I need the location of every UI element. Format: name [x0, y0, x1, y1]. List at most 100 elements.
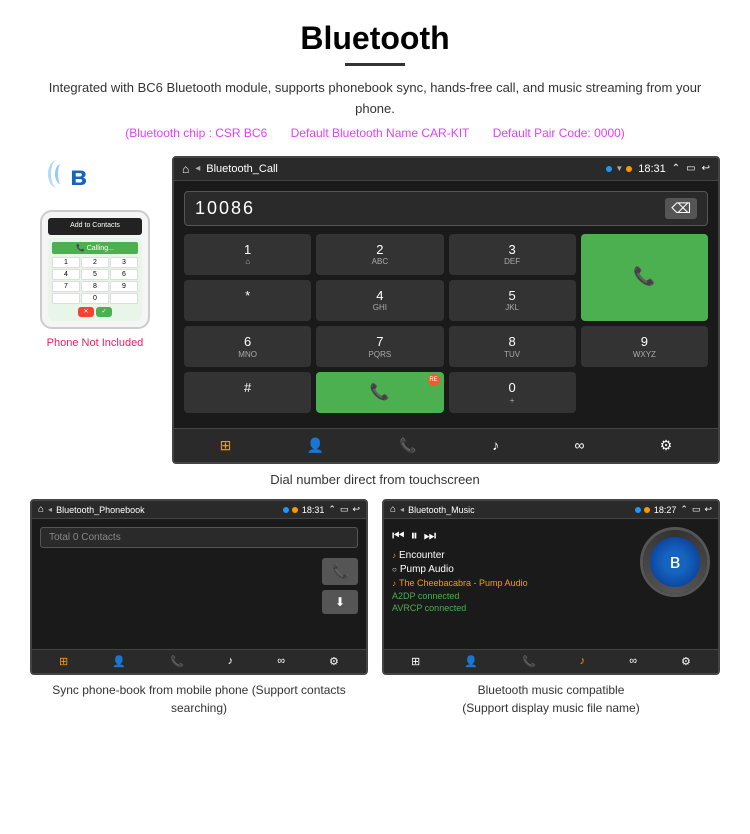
- pb-window-icon[interactable]: ▭: [340, 504, 349, 515]
- pb-call-btn[interactable]: 📞: [322, 558, 358, 585]
- music-bottom-contacts[interactable]: 👤: [464, 655, 478, 668]
- music-back-icon[interactable]: ◂: [400, 505, 404, 514]
- bluetooth-album-icon: ʙ: [650, 537, 700, 587]
- music-controls: ⏮ ⏸ ⏭: [392, 527, 632, 544]
- signal-icon: ▼: [615, 164, 623, 173]
- music-content: ⏮ ⏸ ⏭ ♪ Encounter ○ Pump Audio ♪ The C: [384, 519, 718, 649]
- key-star[interactable]: *: [184, 280, 311, 321]
- pb-wifi-dot: [283, 507, 289, 513]
- music-screen: ⌂ ◂ Bluetooth_Music 18:27 ⌃ ▭ ↩ ⏮ ⏸ ⏭: [382, 499, 720, 675]
- bottom-contacts[interactable]: 👤: [307, 437, 324, 454]
- contacts-search[interactable]: Total 0 Contacts: [40, 527, 358, 548]
- music-notes-icon: ♪: [705, 527, 710, 541]
- bluetooth-icon: ʙ: [70, 160, 87, 192]
- pb-bottom-contacts[interactable]: 👤: [112, 655, 126, 668]
- music-expand-icon[interactable]: ⌃: [680, 504, 688, 515]
- key-#[interactable]: #: [184, 372, 311, 413]
- title-divider: [345, 63, 405, 66]
- phonebook-header: ⌂ ◂ Bluetooth_Phonebook 18:31 ⌃ ▭ ↩: [32, 501, 366, 519]
- music-info: ⏮ ⏸ ⏭ ♪ Encounter ○ Pump Audio ♪ The C: [392, 527, 632, 641]
- window-icon[interactable]: ▭: [686, 163, 695, 174]
- key-3[interactable]: 3DEF: [449, 234, 576, 275]
- phone-numpad: 123 456 789 0: [52, 257, 138, 304]
- key-7[interactable]: 7PQRS: [316, 326, 443, 367]
- pb-bottom-bar: ⊞ 👤 📞 ♪ ∞ ⚙: [32, 649, 366, 673]
- bottom-music[interactable]: ♪: [492, 437, 499, 454]
- track-2: ○ Pump Audio: [392, 564, 632, 575]
- music-window-icon[interactable]: ▭: [692, 504, 701, 515]
- pb-bottom-phone[interactable]: 📞: [170, 655, 184, 668]
- dial-time: 18:31: [638, 163, 666, 175]
- key-8[interactable]: 8TUV: [449, 326, 576, 367]
- spec-code: Default Pair Code: 0000): [493, 126, 625, 140]
- pb-back-icon[interactable]: ◂: [48, 505, 52, 514]
- status-dots: ▼: [606, 164, 632, 173]
- bottom-settings[interactable]: ⚙: [660, 437, 673, 454]
- phonebook-caption: Sync phone-book from mobile phone (Suppo…: [30, 681, 368, 717]
- key-0plus[interactable]: 0+: [449, 372, 576, 413]
- back-icon[interactable]: ↩: [702, 163, 710, 174]
- call2-button[interactable]: 📞RE: [316, 372, 443, 413]
- music-bottom-settings[interactable]: ⚙: [681, 655, 691, 668]
- music-bottom-bar: ⊞ 👤 📞 ♪ ∞ ⚙: [384, 649, 718, 673]
- music-bottom-link[interactable]: ∞: [629, 655, 637, 668]
- pb-app-name: Bluetooth_Phonebook: [56, 505, 279, 515]
- avrcp-status: AVRCP connected: [392, 603, 632, 613]
- spec-chip: (Bluetooth chip : CSR BC6: [125, 126, 267, 140]
- phone-end-btn[interactable]: ✕: [78, 307, 94, 317]
- track-3: ♪ The Cheebacabra - Pump Audio: [392, 578, 632, 588]
- phone-call-btn[interactable]: ✓: [96, 307, 112, 317]
- key-6[interactable]: 6MNO: [184, 326, 311, 367]
- bottom-link[interactable]: ∞: [574, 437, 584, 454]
- music-bottom-dialpad[interactable]: ⊞: [411, 655, 420, 668]
- track-3-name: The Cheebacabra - Pump Audio: [399, 578, 528, 588]
- dial-app-name: Bluetooth_Call: [206, 163, 600, 175]
- phonebook-section: ⌂ ◂ Bluetooth_Phonebook 18:31 ⌃ ▭ ↩ Tota…: [30, 499, 368, 717]
- expand-icon[interactable]: ⌃: [672, 163, 680, 174]
- pb-bottom-settings[interactable]: ⚙: [329, 655, 339, 668]
- pb-back-nav-icon[interactable]: ↩: [352, 504, 360, 515]
- phonebook-actions: 📞 ⬇: [40, 558, 358, 614]
- next-btn[interactable]: ⏭: [424, 527, 437, 544]
- page-title: Bluetooth: [30, 20, 720, 57]
- bottom-phone[interactable]: 📞: [399, 437, 416, 454]
- music-header: ⌂ ◂ Bluetooth_Music 18:27 ⌃ ▭ ↩: [384, 501, 718, 519]
- key-9[interactable]: 9WXYZ: [581, 326, 708, 367]
- home-icon[interactable]: ⌂: [182, 162, 189, 176]
- back-arrow-icon[interactable]: ◂: [195, 163, 200, 174]
- key-5[interactable]: 5JKL: [449, 280, 576, 321]
- pb-home-icon[interactable]: ⌂: [38, 504, 44, 515]
- spec-name: Default Bluetooth Name CAR-KIT: [291, 126, 470, 140]
- phonebook-screen: ⌂ ◂ Bluetooth_Phonebook 18:31 ⌃ ▭ ↩ Tota…: [30, 499, 368, 675]
- music-caption: Bluetooth music compatible(Support displ…: [382, 681, 720, 717]
- pb-expand-icon[interactable]: ⌃: [328, 504, 336, 515]
- pb-bt-dot: [292, 507, 298, 513]
- music-bottom-music[interactable]: ♪: [580, 655, 586, 668]
- track-3-icon: ♪: [392, 579, 396, 588]
- track-2-name: Pump Audio: [400, 564, 454, 575]
- backspace-button[interactable]: ⌫: [665, 198, 697, 219]
- music-bottom-phone[interactable]: 📞: [522, 655, 536, 668]
- call-button[interactable]: 📞: [581, 234, 708, 321]
- bottom-dialpad[interactable]: ⊞: [220, 437, 232, 454]
- prev-btn[interactable]: ⏮: [392, 527, 405, 544]
- pb-bottom-dialpad[interactable]: ⊞: [59, 655, 68, 668]
- phone-image-area: ʙ Add to Contacts 📞 Calling... 123 456 7…: [30, 156, 160, 349]
- pb-bottom-music[interactable]: ♪: [228, 655, 234, 668]
- key-1[interactable]: 1⌂: [184, 234, 311, 275]
- dial-bottom-bar: ⊞ 👤 📞 ♪ ∞ ⚙: [174, 428, 718, 462]
- key-4[interactable]: 4GHI: [316, 280, 443, 321]
- music-section: ⌂ ◂ Bluetooth_Music 18:27 ⌃ ▭ ↩ ⏮ ⏸ ⏭: [382, 499, 720, 717]
- key-2[interactable]: 2ABC: [316, 234, 443, 275]
- pb-download-btn[interactable]: ⬇: [322, 590, 358, 614]
- dial-number-display: 10086: [195, 198, 665, 219]
- music-wifi-dot: [635, 507, 641, 513]
- play-pause-btn[interactable]: ⏸: [411, 527, 418, 544]
- keypad: 1⌂2ABC3DEF📞 *4GHI5JKL 6MNO7PQRS8TUV9WXYZ #📞…: [184, 234, 708, 419]
- pb-bottom-link[interactable]: ∞: [277, 655, 285, 668]
- music-app-name: Bluetooth_Music: [408, 505, 631, 515]
- music-back-nav-icon[interactable]: ↩: [704, 504, 712, 515]
- track-1: ♪ Encounter: [392, 550, 632, 561]
- phone-not-included-label: Phone Not Included: [47, 337, 144, 349]
- music-home-icon[interactable]: ⌂: [390, 504, 396, 515]
